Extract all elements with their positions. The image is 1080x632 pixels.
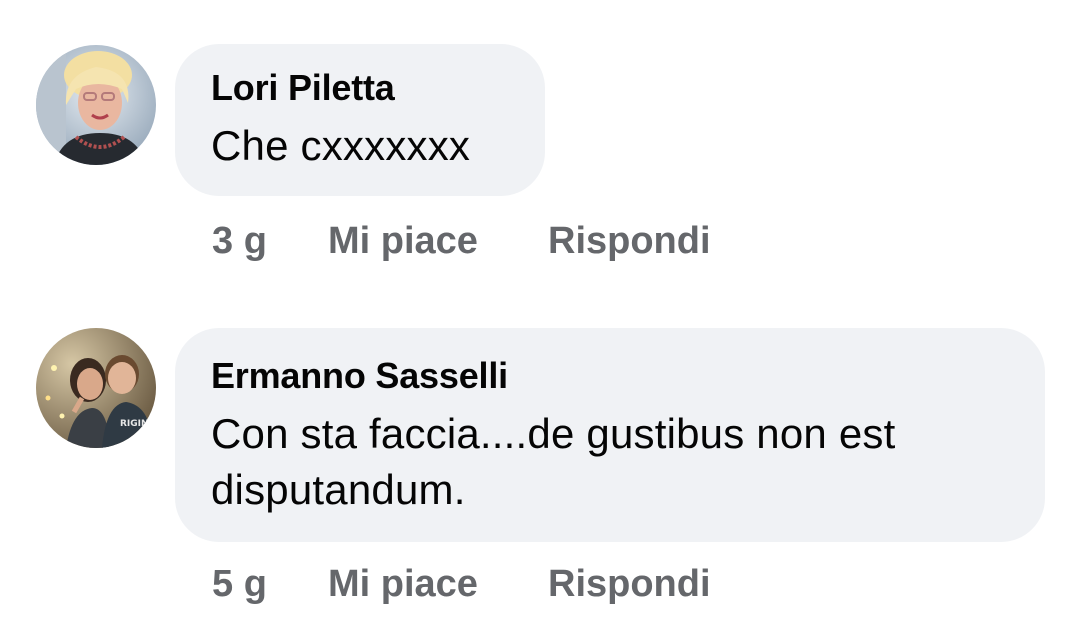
comment-author[interactable]: Lori Piletta [211,66,509,110]
avatar[interactable]: RIGIN [36,328,156,448]
comment-bubble: Ermanno Sasselli Con sta faccia....de gu… [175,328,1045,542]
avatar[interactable] [36,45,156,165]
comment-timestamp[interactable]: 3 g [212,220,328,263]
comment-author[interactable]: Ermanno Sasselli [211,354,1009,398]
reply-button[interactable]: Rispondi [548,220,711,263]
reply-button[interactable]: Rispondi [548,563,711,606]
like-button[interactable]: Mi piace [328,563,548,606]
profile-photo-icon: RIGIN [36,328,156,448]
like-button[interactable]: Mi piace [328,220,548,263]
comment-actions: 3 g Mi piace Rispondi [212,220,711,263]
comment-text: Che cxxxxxxx [211,122,471,169]
comment-actions: 5 g Mi piace Rispondi [212,563,711,606]
comment-timestamp[interactable]: 5 g [212,563,328,606]
comment-text: Con sta faccia....de gustibus non est di… [211,410,896,513]
svg-text:RIGIN: RIGIN [120,419,149,429]
profile-photo-icon [36,45,156,165]
comment-bubble: Lori Piletta Che cxxxxxxx [175,44,545,196]
